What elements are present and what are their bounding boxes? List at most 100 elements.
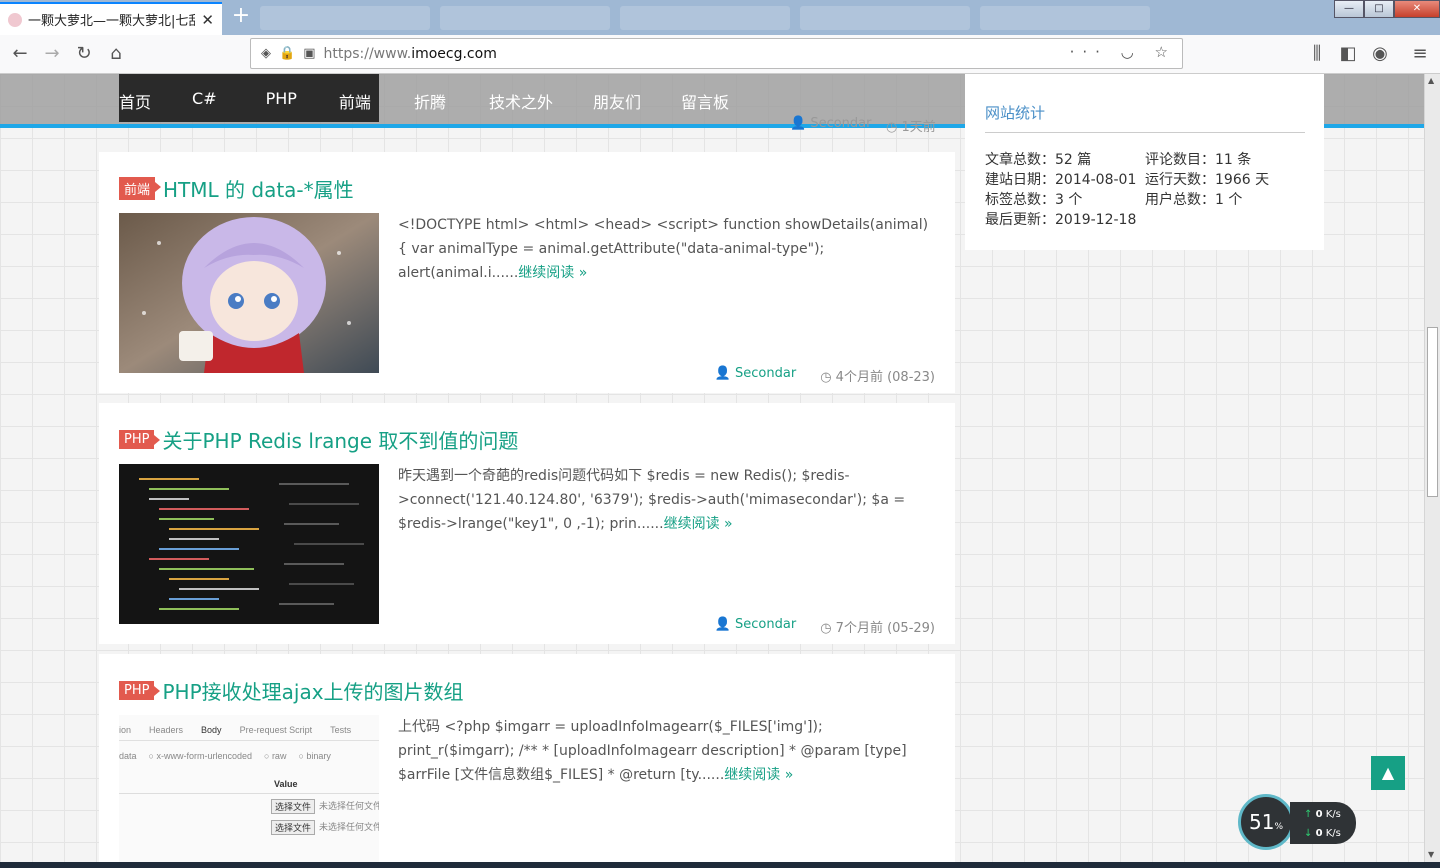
thumb-row-line <box>119 793 379 794</box>
thumb-value-header: Value <box>274 779 298 789</box>
stats-list: 文章总数：52 篇 评论数目：11 条 建站日期：2014-08-01 运行天数：1… <box>985 150 1269 230</box>
thumb-tab: Pre-request Script <box>239 725 313 735</box>
maximize-button[interactable]: □ <box>1364 0 1394 18</box>
reload-icon[interactable]: ↻ <box>70 40 98 68</box>
stat-item: 评论数目：11 条 <box>1145 152 1252 168</box>
account-icon[interactable]: ◉ <box>1366 40 1394 68</box>
background-tab[interactable] <box>440 6 610 30</box>
close-tab-icon[interactable]: ✕ <box>201 11 214 29</box>
download-arrow-icon: ↓ <box>1304 828 1313 839</box>
post-meta: 👤 Secondar ◷ 7个月前 (05-29) <box>715 617 935 636</box>
nav-item-tinkering[interactable]: 折腾 <box>414 89 446 113</box>
post-time: ◷ 7个月前 (05-29) <box>820 621 935 636</box>
post-card: PHP 关于PHP Redis lrange 取不到值的问题 昨天遇到一个奇葩的… <box>99 403 955 644</box>
widget-title: 网站统计 <box>985 104 1046 122</box>
nav-item-beyond-tech[interactable]: 技术之外 <box>489 89 553 113</box>
home-icon[interactable]: ⌂ <box>102 40 130 68</box>
nav-item-friends[interactable]: 朋友们 <box>593 89 641 113</box>
background-tab[interactable] <box>800 6 970 30</box>
shield-icon[interactable]: ◈ <box>261 46 271 61</box>
nav-item-guestbook[interactable]: 留言板 <box>681 89 729 113</box>
clock-icon: ◷ <box>820 370 832 385</box>
site-stats-widget: 网站统计 文章总数：52 篇 评论数目：11 条 建站日期：2014-08-01 运… <box>965 74 1324 250</box>
speed-panel: ↑ 0 K/s ↓ 0 K/s <box>1290 802 1356 844</box>
tab-strip: 一颗大萝北—一颗大萝北|七乱八 ✕ + — □ ✕ <box>0 0 1440 35</box>
back-to-top-button[interactable]: ▲ <box>1371 756 1405 790</box>
permissions-icon[interactable]: ▣ <box>303 46 315 61</box>
post-header: PHP 关于PHP Redis lrange 取不到值的问题 <box>119 425 518 454</box>
scrollbar-thumb[interactable] <box>1427 327 1438 497</box>
post-meta: 👤 Secondar ◷ 4个月前 (08-23) <box>715 366 935 385</box>
lock-icon[interactable]: 🔒 <box>279 46 295 61</box>
stat-item: 用户总数：1 个 <box>1145 192 1243 208</box>
scroll-up-icon[interactable]: ▲ <box>1428 76 1434 85</box>
background-tab[interactable] <box>980 6 1150 30</box>
thumb-tab: Tests <box>330 725 352 735</box>
nav-item-csharp[interactable]: C# <box>192 89 217 113</box>
memory-gauge[interactable]: 51% <box>1238 794 1294 850</box>
read-more-link[interactable]: 继续阅读 » <box>518 265 587 281</box>
network-monitor[interactable]: 51% ↑ 0 K/s ↓ 0 K/s <box>1238 794 1358 854</box>
read-more-link[interactable]: 继续阅读 » <box>664 516 733 532</box>
favicon-icon <box>8 12 22 27</box>
active-tab[interactable]: 一颗大萝北—一颗大萝北|七乱八 ✕ <box>0 2 222 35</box>
post-card: PHP PHP接收处理ajax上传的图片数组 ion Headers Body … <box>99 654 955 862</box>
stats-row: 文章总数：52 篇 评论数目：11 条 <box>985 150 1269 170</box>
post-excerpt: <!DOCTYPE html> <html> <head> <script> f… <box>398 217 929 281</box>
url-protocol: https://www. <box>323 45 412 62</box>
post-card: 前端 HTML 的 data-*属性 <!DOCTYPE html> <html… <box>99 152 955 393</box>
category-badge[interactable]: PHP <box>119 681 162 700</box>
tab-title: 一颗大萝北—一颗大萝北|七乱八 <box>28 14 196 29</box>
post-excerpt: 昨天遇到一个奇葩的redis问题代码如下 $redis = new Redis(… <box>398 468 906 532</box>
upload-arrow-icon: ↑ <box>1304 809 1313 820</box>
library-icon[interactable]: ⫼ <box>1303 40 1331 68</box>
category-badge[interactable]: PHP <box>119 430 162 449</box>
url-host: imoecg.com <box>411 45 497 62</box>
nav-item-home[interactable]: 首页 <box>119 89 151 113</box>
sidebar-icon[interactable]: ◧ <box>1334 40 1362 68</box>
upload-speed: ↑ 0 K/s <box>1304 809 1341 820</box>
category-badge[interactable]: 前端 <box>119 177 162 200</box>
post-thumbnail[interactable]: ion Headers Body Pre-request Script Test… <box>119 715 379 862</box>
close-window-button[interactable]: ✕ <box>1394 0 1440 18</box>
clock-icon: ◷ <box>820 621 832 636</box>
post-title[interactable]: 关于PHP Redis lrange 取不到值的问题 <box>162 425 518 454</box>
post-title[interactable]: PHP接收处理ajax上传的图片数组 <box>162 676 463 705</box>
back-icon[interactable]: ← <box>6 40 34 68</box>
post-author[interactable]: 👤 Secondar <box>715 366 796 385</box>
nav-item-php[interactable]: PHP <box>266 89 297 113</box>
thumb-tab-active: Body <box>201 725 222 735</box>
peek-time: ◷ 1天前 <box>886 120 936 135</box>
peek-author: 👤 Secondar <box>790 116 872 131</box>
stat-item: 建站日期：2014-08-01 <box>985 172 1137 188</box>
new-tab-button[interactable]: + <box>228 4 254 30</box>
stats-row: 最后更新：2019-12-18 <box>985 210 1269 230</box>
stats-row: 建站日期：2014-08-01 运行天数：1966 天 <box>985 170 1269 190</box>
stat-item: 运行天数：1966 天 <box>1145 172 1270 188</box>
thumb-option: ○ raw <box>264 751 287 761</box>
thumb-option: ○ binary <box>298 751 331 761</box>
post-header: PHP PHP接收处理ajax上传的图片数组 <box>119 676 464 705</box>
minimize-button[interactable]: — <box>1334 0 1364 18</box>
scroll-down-icon[interactable]: ▼ <box>1428 850 1434 859</box>
menu-icon[interactable]: ≡ <box>1406 40 1434 68</box>
background-tab[interactable] <box>620 6 790 30</box>
post-thumbnail[interactable] <box>119 213 379 373</box>
post-title[interactable]: HTML 的 data-*属性 <box>163 174 354 203</box>
post-author[interactable]: 👤 Secondar <box>715 617 796 636</box>
background-tab[interactable] <box>260 6 430 30</box>
page-actions[interactable]: ··· ◡ ☆ <box>1070 43 1176 61</box>
stat-item: 最后更新：2019-12-18 <box>985 212 1137 228</box>
read-more-link[interactable]: 继续阅读 » <box>724 767 793 783</box>
post-header: 前端 HTML 的 data-*属性 <box>119 174 354 203</box>
thumb-file-button: 选择文件 <box>271 799 316 814</box>
post-thumbnail[interactable] <box>119 464 379 624</box>
nav-item-frontend[interactable]: 前端 <box>339 89 371 113</box>
forward-icon[interactable]: → <box>38 40 66 68</box>
url-bar[interactable]: ◈ 🔒 ▣ https://www. imoecg.com ··· ◡ ☆ <box>250 38 1183 69</box>
page-scrollbar[interactable]: ▲ ▼ <box>1424 74 1440 862</box>
thumb-file-note: 未选择任何文件 <box>319 822 379 832</box>
post-time: ◷ 4个月前 (08-23) <box>820 370 935 385</box>
download-speed: ↓ 0 K/s <box>1304 828 1341 839</box>
site-menu: 首页 C# PHP 前端 折腾 技术之外 朋友们 留言板 <box>119 89 729 113</box>
